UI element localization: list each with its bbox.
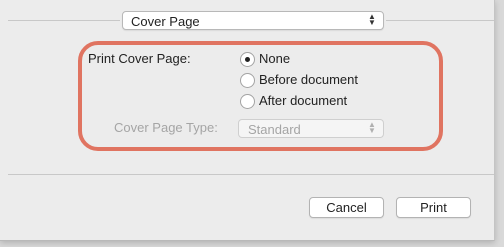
separator (8, 174, 494, 175)
radio-none[interactable] (240, 52, 255, 67)
radio-before-document-label[interactable]: Before document (259, 72, 358, 87)
cover-page-type-select[interactable]: Standard ▲ ▼ (238, 119, 384, 138)
cover-page-type-label: Cover Page Type: (114, 120, 218, 135)
radio-none-label[interactable]: None (259, 51, 290, 66)
separator (386, 20, 494, 21)
section-popup-value: Cover Page (131, 14, 200, 29)
radio-after-document-label[interactable]: After document (259, 93, 347, 108)
print-cover-page-label: Print Cover Page: (88, 51, 191, 66)
section-popup[interactable]: Cover Page ▲ ▼ (122, 11, 384, 30)
cancel-button[interactable]: Cancel (309, 197, 384, 218)
updown-chevron-icon: ▲ ▼ (368, 120, 376, 135)
print-button[interactable]: Print (396, 197, 471, 218)
radio-before-document[interactable] (240, 73, 255, 88)
separator (8, 20, 120, 21)
cover-page-type-value: Standard (248, 122, 301, 137)
updown-chevron-icon: ▲ ▼ (368, 12, 376, 27)
radio-after-document[interactable] (240, 94, 255, 109)
print-dialog: Cover Page ▲ ▼ Print Cover Page: None Bef… (0, 0, 495, 241)
